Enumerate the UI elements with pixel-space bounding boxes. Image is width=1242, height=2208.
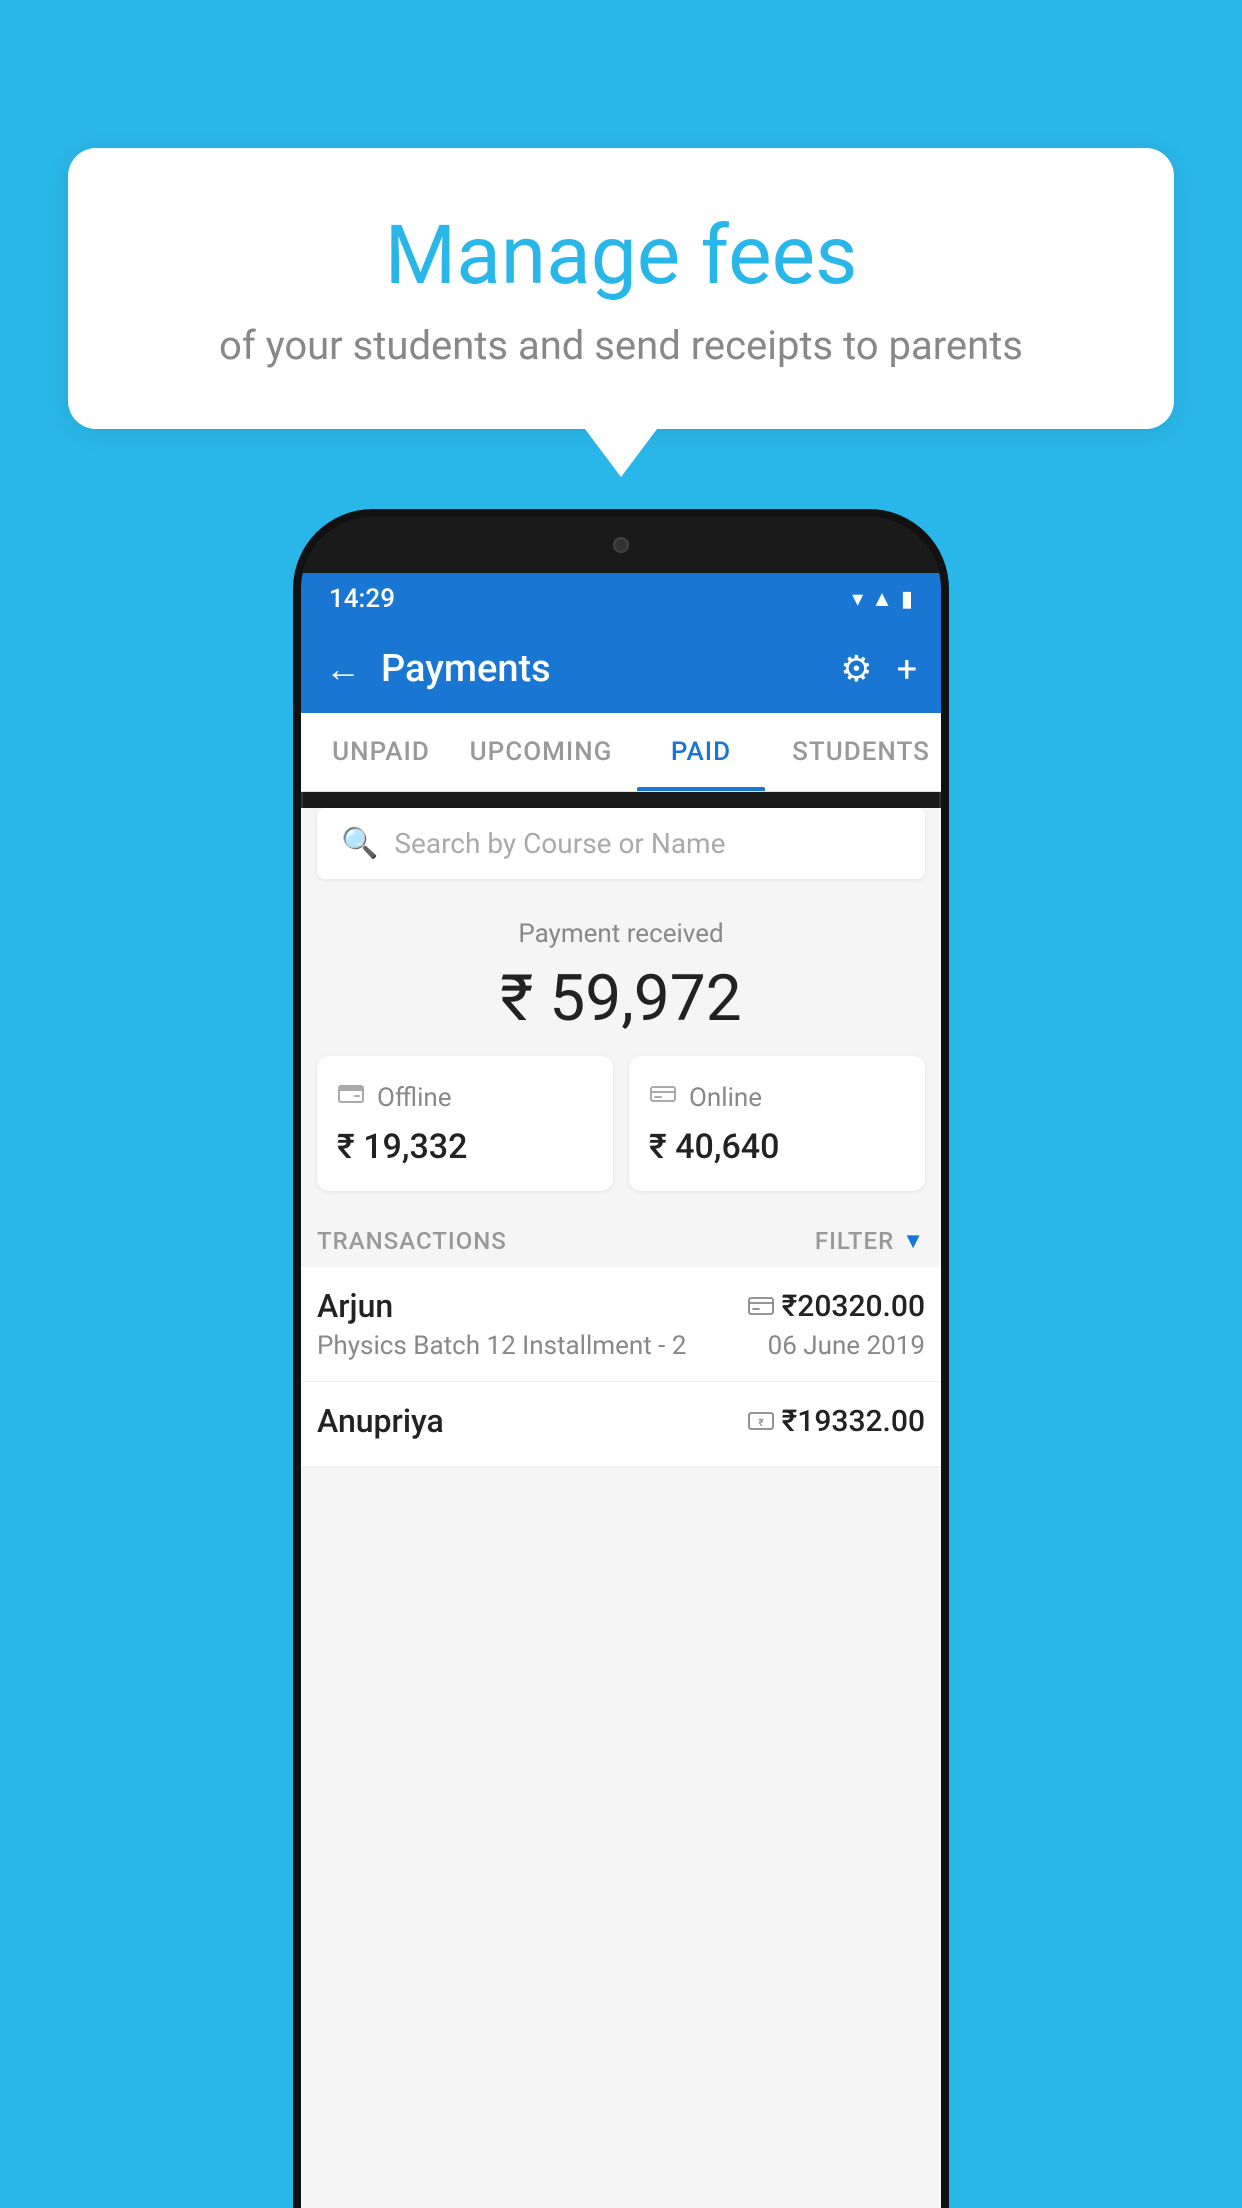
transaction-row-top: Arjun ₹20320.00	[317, 1287, 925, 1325]
online-payment-card: Online ₹ 40,640	[629, 1056, 925, 1191]
offline-label: Offline	[377, 1083, 452, 1113]
speech-bubble: Manage fees of your students and send re…	[68, 148, 1174, 429]
tab-students[interactable]: STUDENTS	[781, 713, 941, 791]
cash-payment-icon: ₹	[748, 1404, 774, 1439]
transaction-amount-value: ₹20320.00	[782, 1289, 925, 1324]
tab-unpaid[interactable]: UNPAID	[301, 713, 461, 791]
speech-bubble-arrow	[585, 429, 657, 477]
table-row[interactable]: Anupriya ₹ ₹19332.00	[301, 1382, 941, 1467]
offline-amount: ₹ 19,332	[337, 1127, 467, 1167]
online-icon	[649, 1080, 677, 1115]
table-row[interactable]: Arjun ₹20320.00	[301, 1267, 941, 1382]
transaction-amount: ₹20320.00	[748, 1289, 925, 1324]
phone-notch	[585, 527, 657, 563]
transaction-list: Arjun ₹20320.00	[301, 1267, 941, 1467]
settings-icon[interactable]: ⚙	[840, 648, 872, 690]
transactions-header: TRANSACTIONS FILTER ▼	[301, 1207, 941, 1267]
signal-icon: ▲	[871, 586, 893, 612]
status-icons: ▾ ▲ ▮	[852, 586, 913, 612]
offline-icon	[337, 1080, 365, 1115]
online-amount: ₹ 40,640	[649, 1127, 779, 1167]
search-icon: 🔍	[341, 826, 378, 861]
speech-bubble-subtitle: of your students and send receipts to pa…	[148, 322, 1094, 369]
transaction-name: Anupriya	[317, 1402, 444, 1440]
payment-received-label: Payment received	[317, 919, 925, 949]
battery-icon: ▮	[901, 587, 913, 612]
status-time: 14:29	[329, 584, 395, 614]
tab-upcoming[interactable]: UPCOMING	[461, 713, 621, 791]
add-icon[interactable]: +	[897, 648, 917, 690]
transactions-label: TRANSACTIONS	[317, 1227, 507, 1255]
online-card-header: Online	[649, 1080, 762, 1115]
transaction-row-top: Anupriya ₹ ₹19332.00	[317, 1402, 925, 1440]
back-button[interactable]: ←	[325, 648, 361, 690]
offline-payment-card: Offline ₹ 19,332	[317, 1056, 613, 1191]
speech-bubble-title: Manage fees	[148, 208, 1094, 304]
search-input-placeholder: Search by Course or Name	[394, 827, 725, 860]
app-bar-actions: ⚙ +	[840, 648, 917, 690]
app-bar: ← Payments ⚙ +	[301, 625, 941, 713]
phone-content: 🔍 Search by Course or Name Payment recei…	[301, 808, 941, 2208]
svg-text:₹: ₹	[758, 1418, 764, 1429]
speech-bubble-wrapper: Manage fees of your students and send re…	[68, 148, 1174, 477]
transaction-row-bottom: Physics Batch 12 Installment - 2 06 June…	[317, 1331, 925, 1361]
payment-summary: Payment received ₹ 59,972	[301, 895, 941, 1207]
payment-total-amount: ₹ 59,972	[317, 961, 925, 1036]
search-bar[interactable]: 🔍 Search by Course or Name	[317, 808, 925, 879]
offline-card-header: Offline	[337, 1080, 452, 1115]
app-bar-title: Payments	[381, 647, 840, 691]
phone-wrapper: 14:29 ▾ ▲ ▮ ← Payments ⚙ + UNPAID UPCOMI…	[301, 517, 941, 2208]
status-bar: 14:29 ▾ ▲ ▮	[301, 573, 941, 625]
filter-icon: ▼	[902, 1228, 925, 1254]
transaction-date: 06 June 2019	[768, 1331, 925, 1361]
phone-top-bar	[301, 517, 941, 573]
tab-paid[interactable]: PAID	[621, 713, 781, 791]
online-label: Online	[689, 1083, 762, 1113]
front-camera	[613, 537, 629, 553]
transaction-amount: ₹ ₹19332.00	[748, 1404, 925, 1439]
phone-frame: 14:29 ▾ ▲ ▮ ← Payments ⚙ + UNPAID UPCOMI…	[301, 517, 941, 2208]
transaction-name: Arjun	[317, 1287, 393, 1325]
tabs-bar: UNPAID UPCOMING PAID STUDENTS	[301, 713, 941, 792]
payment-cards: Offline ₹ 19,332	[317, 1056, 925, 1191]
filter-button[interactable]: FILTER ▼	[815, 1227, 925, 1255]
wifi-icon: ▾	[852, 587, 863, 612]
filter-label: FILTER	[815, 1227, 894, 1255]
transaction-amount-value: ₹19332.00	[782, 1404, 925, 1439]
transaction-course: Physics Batch 12 Installment - 2	[317, 1331, 686, 1361]
card-payment-icon	[748, 1289, 774, 1324]
